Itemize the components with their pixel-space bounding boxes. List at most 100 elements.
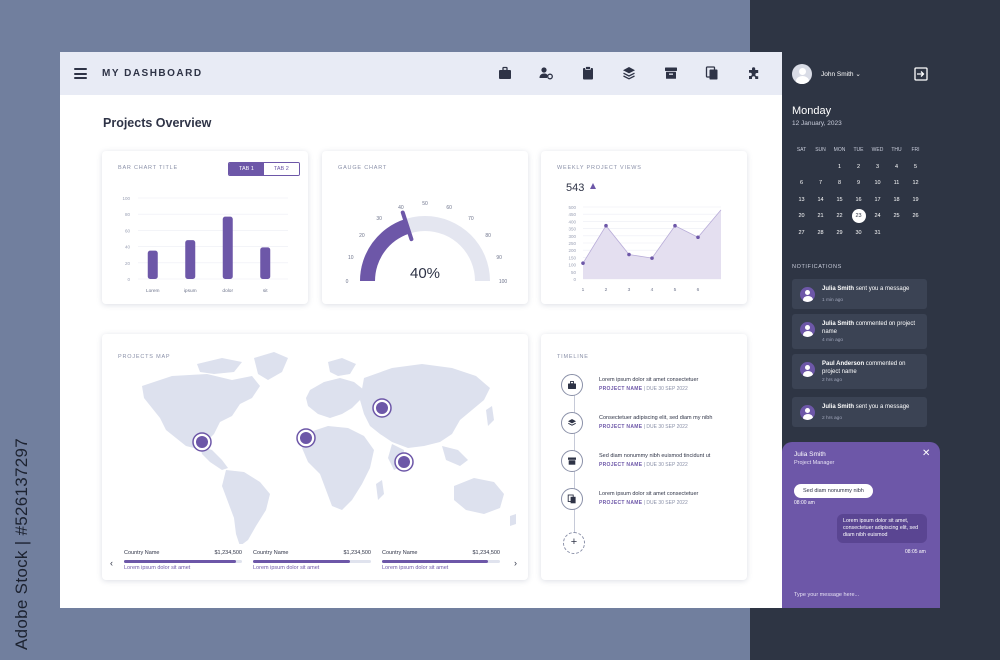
notification-item[interactable]: Julia Smith commented on project name 4 m… bbox=[792, 314, 927, 349]
notification-name: Paul Anderson bbox=[822, 361, 865, 367]
notification-item[interactable]: Paul Anderson commented on project name 2… bbox=[792, 354, 927, 389]
country-list: Country Name $1,234,500 Lorem ipsum dolor … bbox=[102, 550, 528, 580]
bar-chart: 0 20 40 60 80 100 Lorem ipsum dolor sit bbox=[122, 196, 288, 294]
calendar-day-cell[interactable]: 19 bbox=[906, 197, 925, 203]
calendar-day-cell[interactable]: 9 bbox=[849, 180, 868, 186]
data-point[interactable] bbox=[581, 261, 585, 265]
y-tick-label: 200 bbox=[568, 248, 576, 253]
bar[interactable] bbox=[260, 247, 271, 279]
chat-message-input[interactable] bbox=[794, 590, 924, 600]
calendar-week: 20 21 22 23 24 25 26 bbox=[792, 208, 932, 225]
calendar-day-cell[interactable]: 24 bbox=[868, 213, 887, 219]
close-icon[interactable]: ✕ bbox=[922, 448, 930, 459]
calendar-day-cell[interactable]: 28 bbox=[811, 230, 830, 236]
archive-icon bbox=[561, 450, 583, 472]
data-point[interactable] bbox=[650, 256, 654, 260]
calendar-day-cell[interactable]: 15 bbox=[830, 197, 849, 203]
timeline-item[interactable]: Consectetuer adipiscing elit, sed diam m… bbox=[561, 412, 751, 442]
calendar-day-cell[interactable]: 31 bbox=[868, 230, 887, 236]
calendar-weekday: FRI bbox=[911, 147, 920, 154]
user-name[interactable]: John Smith ⌄ bbox=[821, 70, 861, 78]
country-progress-track bbox=[124, 560, 242, 563]
calendar-day-cell[interactable]: 12 bbox=[906, 180, 925, 186]
bar[interactable] bbox=[185, 240, 196, 279]
notification-item[interactable]: Julia Smith sent you a message 2 hrs ago bbox=[792, 397, 927, 427]
calendar-day-cell[interactable]: 1 bbox=[830, 164, 849, 170]
dashboard-title: MY DASHBOARD bbox=[102, 68, 203, 79]
calendar-day-cell[interactable]: 18 bbox=[887, 197, 906, 203]
y-tick-label: 40 bbox=[125, 245, 131, 250]
calendar-day-cell[interactable]: 6 bbox=[792, 180, 811, 186]
country-item[interactable]: Country Name $1,234,500 Lorem ipsum dolor … bbox=[382, 550, 500, 580]
calendar-day-number: 20 bbox=[798, 213, 805, 220]
calendar-day-cell[interactable]: 14 bbox=[811, 197, 830, 203]
calendar-day-cell[interactable]: 20 bbox=[792, 213, 811, 219]
data-point[interactable] bbox=[627, 252, 631, 257]
data-point[interactable] bbox=[604, 223, 608, 228]
calendar-day-cell[interactable]: 29 bbox=[830, 230, 849, 236]
calendar-day-cell[interactable]: 8 bbox=[830, 180, 849, 186]
calendar-day-cell[interactable]: 27 bbox=[792, 230, 811, 236]
timeline-item[interactable]: Lorem ipsum dolor sit amet consectetuer P… bbox=[561, 488, 751, 518]
notification-message: sent you a message bbox=[855, 286, 910, 292]
x-tick-label: ipsum bbox=[184, 288, 197, 294]
calendar-day-cell[interactable]: 5 bbox=[906, 164, 925, 170]
calendar-day-number: 21 bbox=[817, 213, 824, 220]
main-window: MY DASHBOARD Projects Overview BAR CHART… bbox=[60, 52, 782, 608]
gauge-tick-label: 0 bbox=[346, 279, 349, 285]
archive-icon[interactable] bbox=[663, 65, 679, 81]
user-settings-icon[interactable] bbox=[538, 65, 554, 81]
calendar-day-cell[interactable]: 11 bbox=[887, 180, 906, 186]
logout-icon[interactable] bbox=[914, 67, 928, 81]
calendar-day-cell[interactable]: 23 bbox=[849, 209, 868, 224]
calendar-day-number: 18 bbox=[893, 196, 900, 203]
timeline-item[interactable]: Lorem ipsum dolor sit amet consectetuer P… bbox=[561, 374, 751, 404]
clipboard-icon[interactable] bbox=[580, 65, 596, 81]
menu-icon[interactable] bbox=[74, 68, 87, 79]
country-item[interactable]: Country Name $1,234,500 Lorem ipsum dolor … bbox=[253, 550, 371, 580]
calendar-day-cell[interactable]: 7 bbox=[811, 180, 830, 186]
calendar-day-cell[interactable]: 22 bbox=[830, 213, 849, 219]
bar-chart-card: BAR CHART TITLE TAB 1 TAB 2 0 20 40 60 80 100… bbox=[102, 151, 308, 304]
watermark: Adobe Stock | #526137297 bbox=[6, 420, 36, 660]
calendar-day-cell[interactable]: 17 bbox=[868, 197, 887, 203]
timeline-add-button[interactable]: + bbox=[563, 532, 585, 554]
chat-message-outgoing: Lorem ipsum dolor sit amet, consectetuer… bbox=[837, 514, 927, 543]
layers-icon[interactable] bbox=[621, 65, 637, 81]
country-progress-fill bbox=[124, 560, 237, 563]
bar[interactable] bbox=[147, 250, 158, 279]
notification-time: 2 hrs ago bbox=[822, 378, 843, 383]
bar[interactable] bbox=[222, 216, 233, 279]
calendar-day-cell[interactable]: 4 bbox=[887, 164, 906, 170]
calendar-day-cell[interactable]: 26 bbox=[906, 213, 925, 219]
avatar[interactable] bbox=[792, 64, 812, 84]
data-point[interactable] bbox=[673, 223, 677, 228]
puzzle-icon[interactable] bbox=[746, 65, 762, 81]
calendar-day-cell[interactable]: 16 bbox=[849, 197, 868, 203]
calendar-day-cell[interactable]: 3 bbox=[868, 164, 887, 170]
country-item[interactable]: Country Name $1,234,500 Lorem ipsum dolor … bbox=[124, 550, 242, 580]
top-bar: MY DASHBOARD bbox=[60, 52, 782, 95]
timeline-item[interactable]: Sed diam nonummy nibh euismod tincidunt … bbox=[561, 450, 751, 480]
timeline-item-meta: PROJECT NAME | DUE 30 SEP 2022 bbox=[599, 424, 688, 430]
notification-item[interactable]: Julia Smith sent you a message 1 min ago bbox=[792, 279, 927, 309]
calendar-day-number: 23 bbox=[851, 209, 866, 224]
chat-panel: Julia Smith Project Manager ✕ Sed diam n… bbox=[782, 442, 940, 608]
calendar-day-cell[interactable]: 30 bbox=[849, 230, 868, 236]
country-name: Country Name bbox=[253, 550, 289, 556]
country-value: $1,234,500 bbox=[214, 550, 242, 556]
calendar-day-number: 11 bbox=[893, 180, 900, 187]
calendar-day-cell[interactable]: 2 bbox=[849, 164, 868, 170]
calendar-day-number: 29 bbox=[836, 229, 843, 236]
briefcase-icon[interactable] bbox=[497, 65, 513, 81]
notification-text: Julia Smith sent you a message bbox=[822, 285, 922, 293]
data-point[interactable] bbox=[696, 235, 700, 240]
calendar-day-cell[interactable]: 25 bbox=[887, 213, 906, 219]
calendar-day-number: 26 bbox=[912, 213, 919, 220]
calendar-day-cell[interactable]: 21 bbox=[811, 213, 830, 219]
calendar-day-number: 12 bbox=[912, 180, 919, 187]
calendar-day-cell[interactable]: 10 bbox=[868, 180, 887, 186]
calendar-day-cell[interactable]: 13 bbox=[792, 197, 811, 203]
copy-icon[interactable] bbox=[704, 65, 720, 81]
calendar-day-number: 15 bbox=[836, 196, 843, 203]
